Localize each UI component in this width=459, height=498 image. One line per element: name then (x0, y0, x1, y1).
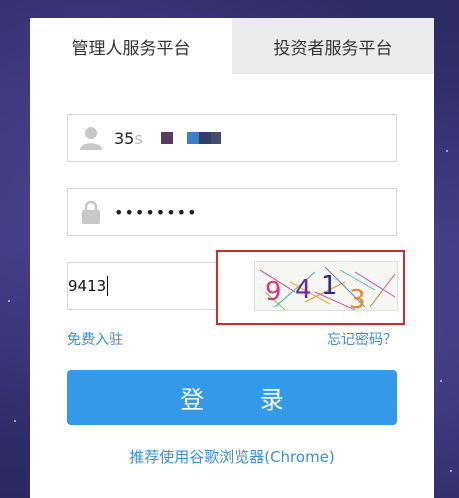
login-button[interactable]: 登 录 (67, 370, 397, 425)
browser-recommendation-link[interactable]: 推荐使用谷歌浏览器(Chrome) (30, 446, 434, 467)
redaction-block (210, 132, 221, 144)
redaction-block (186, 132, 199, 144)
star (440, 380, 442, 382)
redaction-block (198, 132, 211, 144)
tab-manager-platform[interactable]: 管理人服务平台 (30, 18, 232, 74)
captcha-input[interactable]: 9413 (67, 262, 217, 310)
star (8, 300, 10, 302)
star (14, 420, 16, 422)
captcha-input-value: 9413 (68, 277, 107, 295)
user-icon (68, 115, 114, 161)
password-field[interactable]: •••••••• (67, 188, 397, 236)
tab-investor-platform[interactable]: 投资者服务平台 (232, 18, 434, 74)
lock-icon (68, 189, 114, 235)
tab-bar: 管理人服务平台 投资者服务平台 (30, 18, 434, 74)
redaction-block (160, 132, 173, 144)
username-value: 35 s (114, 129, 221, 148)
star (450, 470, 452, 472)
forgot-password-link[interactable]: 忘记密码？ (327, 329, 397, 349)
text-caret (107, 276, 109, 296)
password-value: •••••••• (114, 202, 198, 222)
register-link[interactable]: 免费入驻 (67, 329, 123, 349)
highlight-box (216, 250, 405, 325)
username-field[interactable]: 35 s (67, 114, 397, 162)
username-text: 35 (114, 128, 135, 148)
star (446, 150, 448, 152)
